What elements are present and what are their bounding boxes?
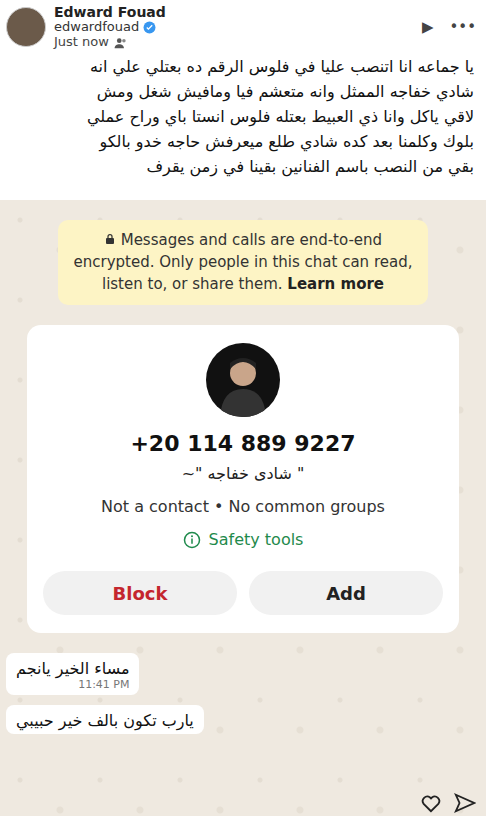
username[interactable]: edwardfouad — [54, 20, 139, 35]
contact-avatar — [206, 343, 280, 417]
caption-line: يا جماعه انا اتنصب عليا في فلوس الرقم ده… — [12, 54, 474, 79]
story-info: Edward FouadedwardfouadJust now — [54, 4, 414, 50]
safety-tools[interactable]: Safety tools — [183, 530, 304, 549]
info-icon — [183, 531, 201, 549]
heart-icon — [420, 792, 442, 814]
contact-info: Not a contact • No common groups — [101, 497, 385, 516]
caption-line: شادي خفاجه الممثل وانه متعشم فيا ومافيش … — [12, 79, 474, 104]
story-controls: ▶ ••• — [422, 18, 476, 36]
profile-avatar[interactable] — [6, 7, 46, 47]
learn-more-link[interactable]: Learn more — [287, 275, 384, 293]
lock-icon — [104, 233, 116, 245]
display-name: Edward Fouad — [54, 4, 414, 20]
message-text: مساء الخير يانجم — [16, 659, 129, 678]
message-time: 11:41 PM — [78, 678, 129, 691]
play-button[interactable]: ▶ — [422, 18, 434, 36]
caption-line: لاقي ياكل وانا ذي العبيط بعتله فلوس انست… — [12, 104, 474, 129]
send-icon — [454, 792, 476, 814]
contact-phone: +20 114 889 9227 — [130, 431, 355, 456]
time-row: Just now — [54, 35, 414, 50]
story-time: Just now — [54, 35, 109, 50]
verified-icon — [143, 21, 156, 34]
message-bubble[interactable]: مساء الخير يانجم11:41 PM — [6, 653, 139, 695]
group-icon — [114, 36, 128, 50]
add-button[interactable]: Add — [249, 571, 443, 615]
block-button[interactable]: Block — [43, 571, 237, 615]
story-header: Edward FouadedwardfouadJust now ▶ ••• — [0, 0, 486, 54]
person-icon — [206, 343, 280, 417]
more-button[interactable]: ••• — [449, 18, 476, 36]
contact-card: +20 114 889 9227 ~" شادى خفاجه " Not a con… — [27, 325, 459, 633]
contact-name: ~" شادى خفاجه " — [182, 464, 305, 483]
contact-actions: Block Add — [43, 571, 443, 615]
story-actions — [420, 792, 476, 814]
username-row: edwardfouad — [54, 20, 414, 35]
whatsapp-chat: Messages and calls are end-to-end encryp… — [0, 200, 486, 816]
message-bubble[interactable]: يارب تكون بالف خير حبيبي — [6, 705, 204, 734]
story-caption: يا جماعه انا اتنصب عليا في فلوس الرقم ده… — [0, 54, 486, 185]
encryption-notice[interactable]: Messages and calls are end-to-end encryp… — [58, 220, 428, 305]
message-text: يارب تكون بالف خير حبيبي — [16, 711, 194, 730]
message-list: مساء الخير يانجم11:41 PM يارب تكون بالف خ… — [0, 653, 486, 734]
safety-label: Safety tools — [209, 530, 304, 549]
caption-line: بقي من النصب باسم الفنانين بقينا في زمن … — [12, 154, 474, 179]
caption-line: بلوك وكلمنا بعد كده شادي طلع ميعرفش حاجه… — [12, 129, 474, 154]
